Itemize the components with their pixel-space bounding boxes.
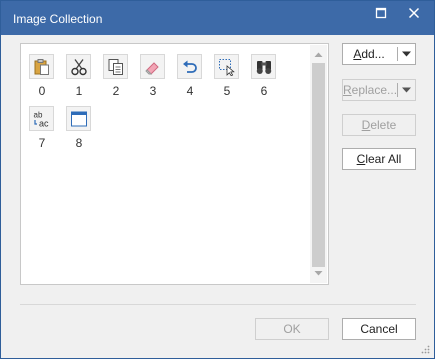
image-index-label: 2 (112, 84, 120, 98)
scroll-thumb[interactable] (312, 63, 325, 267)
image-collection-dialog: Image Collection 0 1 2 3 4 5 6 ab ac 7 8… (0, 0, 435, 359)
image-index-label: 3 (149, 84, 157, 98)
image-item-3[interactable]: 3 (138, 52, 168, 102)
image-index-label: 6 (260, 84, 268, 98)
eraser-icon (145, 62, 159, 75)
divider-line (20, 304, 416, 305)
paste-icon (34, 59, 49, 75)
close-icon (408, 7, 420, 19)
image-index-label: 4 (186, 84, 194, 98)
scroll-down-icon[interactable] (314, 270, 323, 277)
window-icon (71, 111, 87, 127)
image-index-label: 5 (223, 84, 231, 98)
title-bar[interactable]: Image Collection (1, 1, 434, 35)
vertical-scrollbar[interactable] (310, 45, 327, 283)
window-title: Image Collection (13, 12, 103, 26)
image-item-1[interactable]: 1 (64, 52, 94, 102)
image-index-label: 7 (38, 136, 46, 150)
chevron-down-icon[interactable] (402, 87, 411, 93)
image-index-label: 0 (38, 84, 46, 98)
find-icon (256, 61, 272, 74)
resize-grip-icon[interactable] (420, 344, 430, 354)
image-item-8[interactable]: 8 (64, 104, 94, 154)
maximize-icon (375, 7, 387, 19)
close-button[interactable] (396, 1, 432, 25)
image-item-0[interactable]: 0 (27, 52, 57, 102)
image-list[interactable]: 0 1 2 3 4 5 6 ab ac 7 8 (20, 43, 329, 285)
clear-all-button[interactable]: Clear All (342, 148, 416, 170)
image-item-2[interactable]: 2 (101, 52, 131, 102)
add-button[interactable]: Add... (342, 43, 416, 65)
replace-text-icon: ab ac (34, 111, 50, 129)
ok-button[interactable]: OK (255, 318, 329, 340)
select-icon (219, 59, 235, 76)
svg-text:ac: ac (39, 119, 49, 129)
image-index-label: 1 (75, 84, 83, 98)
cut-icon (71, 59, 87, 76)
image-item-7[interactable]: ab ac 7 (27, 104, 57, 154)
undo-icon (183, 60, 197, 73)
replace-button[interactable]: Replace... (342, 79, 416, 101)
image-item-6[interactable]: 6 (249, 52, 279, 102)
image-item-4[interactable]: 4 (175, 52, 205, 102)
image-item-5[interactable]: 5 (212, 52, 242, 102)
chevron-down-icon[interactable] (402, 51, 411, 57)
maximize-button[interactable] (363, 1, 399, 25)
scroll-up-icon[interactable] (314, 51, 323, 58)
cancel-button[interactable]: Cancel (342, 318, 416, 340)
copy-icon (108, 59, 123, 75)
delete-button[interactable]: Delete (342, 114, 416, 136)
image-index-label: 8 (75, 136, 83, 150)
